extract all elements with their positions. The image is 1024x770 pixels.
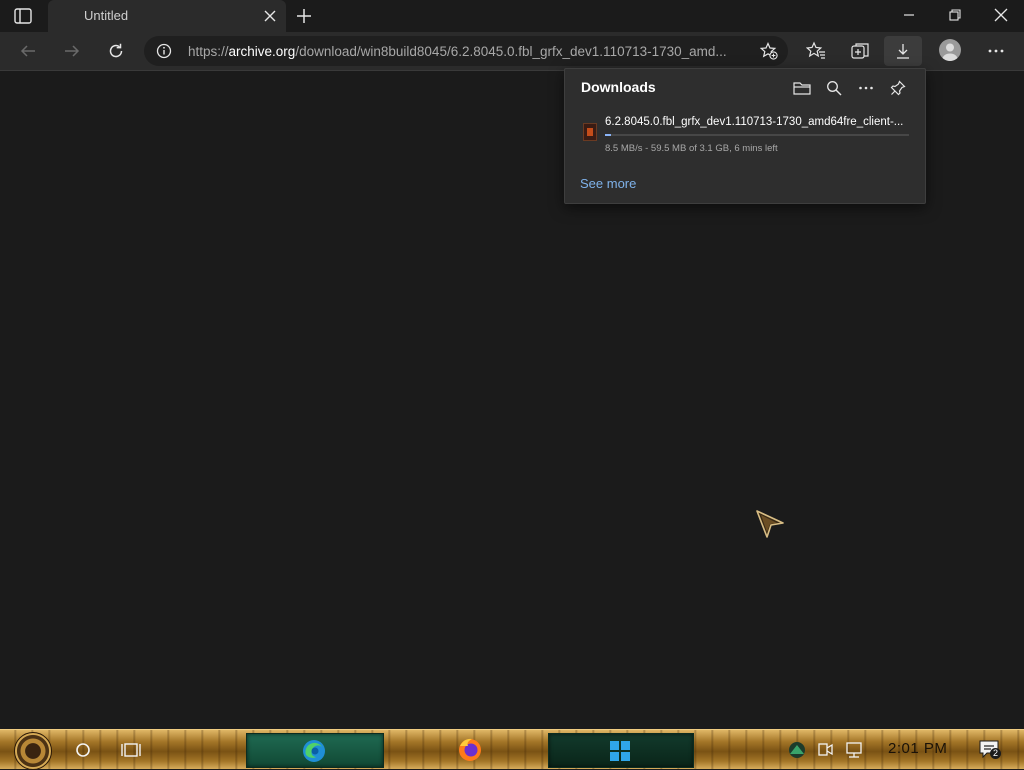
favorites-icon[interactable] bbox=[804, 39, 828, 63]
taskbar-clock[interactable]: 2:01 PM bbox=[888, 740, 947, 757]
download-icon[interactable] bbox=[891, 39, 915, 63]
notification-count-badge: 2 bbox=[990, 748, 1002, 759]
profile-avatar[interactable] bbox=[939, 39, 961, 61]
minimize-button[interactable] bbox=[886, 0, 932, 30]
store-icon bbox=[609, 740, 631, 767]
network-icon[interactable] bbox=[842, 733, 866, 766]
task-view-icon[interactable] bbox=[116, 733, 146, 766]
forward-icon[interactable] bbox=[60, 39, 84, 63]
search-circle-icon[interactable] bbox=[70, 733, 96, 766]
tab-title: Untitled bbox=[84, 8, 129, 23]
address-bar[interactable]: https://archive.org/download/win8build80… bbox=[144, 36, 788, 66]
download-progress-bar bbox=[605, 134, 909, 136]
downloads-panel: Downloads 6.2.8045.0.fbl_grfx_dev1.11071… bbox=[564, 68, 926, 204]
taskbar-firefox-button[interactable] bbox=[450, 733, 490, 766]
browser-toolbar: https://archive.org/download/win8build80… bbox=[0, 32, 1024, 71]
download-filename: 6.2.8045.0.fbl_grfx_dev1.110713-1730_amd… bbox=[605, 116, 904, 128]
collections-icon[interactable] bbox=[848, 39, 872, 63]
more-actions-icon[interactable] bbox=[855, 77, 877, 99]
download-progress-fill bbox=[605, 134, 611, 136]
downloads-title: Downloads bbox=[581, 79, 656, 95]
search-icon[interactable] bbox=[823, 77, 845, 99]
open-folder-icon[interactable] bbox=[791, 77, 813, 99]
new-tab-icon[interactable] bbox=[294, 6, 314, 26]
tab-strip: Untitled bbox=[0, 0, 1024, 32]
taskbar-edge-button[interactable] bbox=[246, 733, 384, 768]
close-tab-icon[interactable] bbox=[262, 8, 278, 24]
more-options-icon[interactable] bbox=[984, 39, 1008, 63]
edge-icon bbox=[301, 738, 327, 769]
file-icon bbox=[583, 123, 597, 141]
tray-media-icon[interactable] bbox=[814, 733, 836, 766]
mouse-cursor-icon bbox=[754, 508, 786, 540]
back-icon[interactable] bbox=[16, 39, 40, 63]
add-favorite-icon[interactable] bbox=[759, 42, 778, 60]
download-item[interactable]: 6.2.8045.0.fbl_grfx_dev1.110713-1730_amd… bbox=[565, 111, 923, 155]
url-host: archive.org bbox=[228, 44, 296, 59]
tab-actions-icon[interactable] bbox=[14, 8, 32, 24]
url-scheme: https:// bbox=[188, 44, 229, 59]
tray-app-icon[interactable] bbox=[786, 733, 808, 766]
see-more-link[interactable]: See more bbox=[580, 176, 636, 191]
refresh-icon[interactable] bbox=[104, 39, 128, 63]
pin-icon[interactable] bbox=[887, 77, 909, 99]
taskbar-store-button[interactable] bbox=[548, 733, 694, 768]
firefox-icon bbox=[456, 736, 484, 769]
url-path: /download/win8build8045/6.2.8045.0.fbl_g… bbox=[295, 44, 727, 59]
site-info-icon[interactable] bbox=[156, 43, 172, 59]
tab-untitled[interactable]: Untitled bbox=[48, 0, 286, 32]
address-url[interactable]: https://archive.org/download/win8build80… bbox=[188, 44, 748, 59]
taskbar: 2:01 PM 2 bbox=[0, 729, 1024, 770]
restore-button[interactable] bbox=[932, 0, 978, 30]
download-status: 8.5 MB/s - 59.5 MB of 3.1 GB, 6 mins lef… bbox=[605, 143, 778, 154]
close-window-button[interactable] bbox=[978, 0, 1024, 30]
start-button[interactable] bbox=[14, 732, 52, 770]
